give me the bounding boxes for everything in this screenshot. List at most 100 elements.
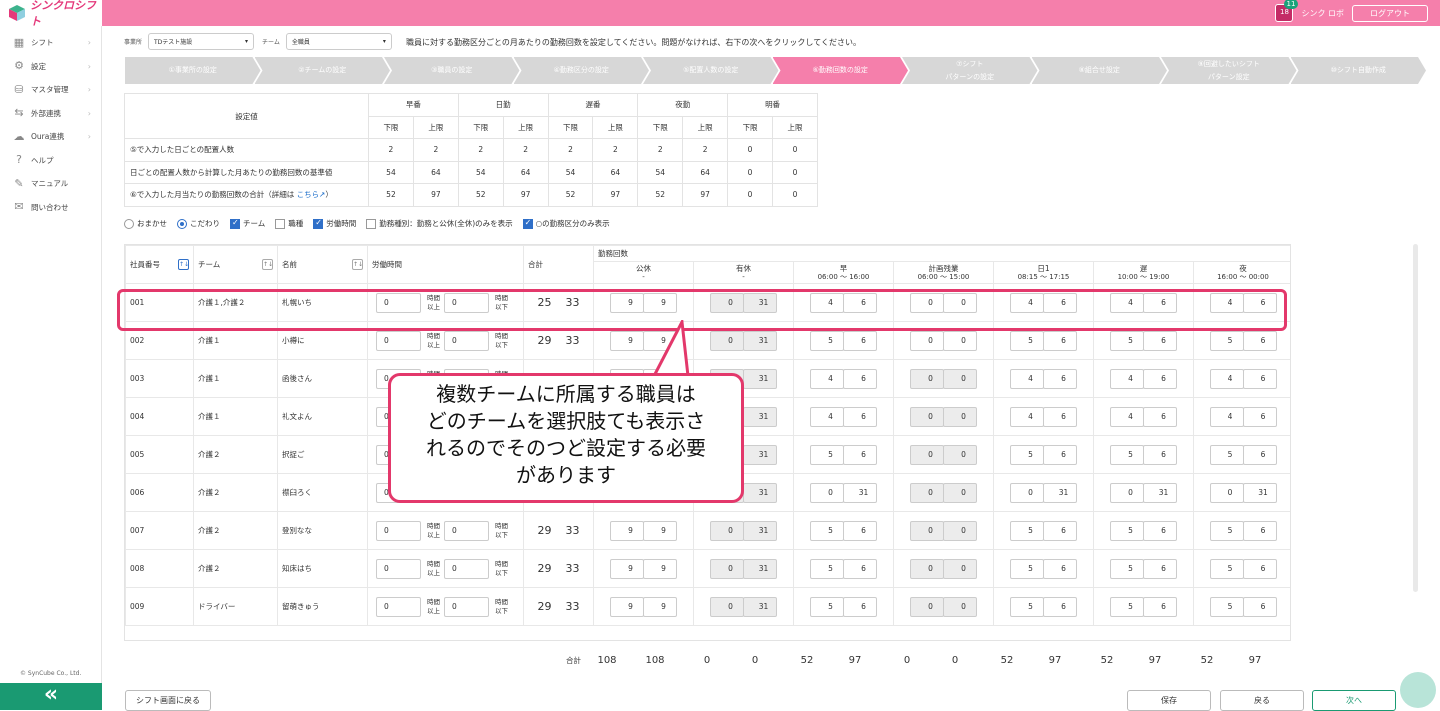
count-max-input[interactable]: 6 xyxy=(1043,292,1077,313)
wizard-step[interactable]: ③職員の設定 xyxy=(384,57,520,84)
count-max-input[interactable]: 6 xyxy=(843,368,877,389)
count-min-input[interactable]: 5 xyxy=(1010,520,1044,541)
count-min-input[interactable]: 0 xyxy=(910,292,944,313)
count-min-input[interactable]: 4 xyxy=(1010,292,1044,313)
count-min-input[interactable]: 5 xyxy=(1110,558,1144,579)
count-max-input[interactable]: 6 xyxy=(1043,520,1077,541)
count-min-input[interactable]: 4 xyxy=(1110,292,1144,313)
count-max-input[interactable]: 6 xyxy=(1242,330,1277,351)
wizard-step[interactable]: ⑥勤務回数の設定 xyxy=(773,57,909,84)
count-max-input[interactable]: 6 xyxy=(843,406,877,427)
sort-icon[interactable]: ↑↓ xyxy=(352,259,363,270)
chat-bot-icon[interactable] xyxy=(1400,672,1436,708)
sidebar-item-oura[interactable]: ☁ Oura連携 › xyxy=(0,125,101,149)
count-min-input[interactable]: 4 xyxy=(1110,406,1144,427)
count-max-input[interactable]: 9 xyxy=(643,292,677,313)
count-max-input[interactable]: 6 xyxy=(1242,292,1277,313)
hours-max-input[interactable]: 0 xyxy=(444,520,489,541)
sidebar-item-shift[interactable]: ▦ シフト › xyxy=(0,31,101,55)
sidebar-item-master[interactable]: ⛁ マスタ管理 › xyxy=(0,78,101,102)
office-select[interactable]: TDテスト施設 ▾ xyxy=(148,33,255,50)
count-min-input[interactable]: 5 xyxy=(810,596,844,617)
count-max-input[interactable]: 6 xyxy=(1242,444,1277,465)
count-max-input[interactable]: 31 xyxy=(843,482,877,503)
hours-max-input[interactable]: 0 xyxy=(444,292,489,313)
radio-button[interactable] xyxy=(177,218,187,229)
count-min-input[interactable]: 4 xyxy=(1110,368,1144,389)
count-max-input[interactable]: 6 xyxy=(1143,406,1177,427)
sidebar-item-manual[interactable]: ✎ マニュアル xyxy=(0,172,101,196)
count-min-input[interactable]: 5 xyxy=(810,558,844,579)
hours-min-input[interactable]: 0 xyxy=(376,596,421,617)
count-max-input[interactable]: 6 xyxy=(1242,406,1277,427)
count-min-input[interactable]: 0 xyxy=(910,330,944,351)
count-max-input[interactable]: 6 xyxy=(843,330,877,351)
hours-max-input[interactable]: 0 xyxy=(444,558,489,579)
sidebar-item-settings[interactable]: ⚙ 設定 › xyxy=(0,55,101,79)
radio-option[interactable]: こだわり xyxy=(177,218,220,229)
count-max-input[interactable]: 6 xyxy=(1043,330,1077,351)
checkbox-option[interactable]: ○の勤務区分のみ表示 xyxy=(522,218,610,229)
count-min-input[interactable]: 4 xyxy=(1209,406,1244,427)
checkbox-option[interactable]: 勤務種別：勤務と公休(全休)のみを表示 xyxy=(366,218,513,229)
wizard-step[interactable]: ②チームの設定 xyxy=(255,57,391,84)
sidebar-item-help[interactable]: ? ヘルプ xyxy=(0,149,101,173)
wizard-step[interactable]: ①事業所の設定 xyxy=(125,57,261,84)
count-max-input[interactable]: 6 xyxy=(843,558,877,579)
count-min-input[interactable]: 4 xyxy=(810,368,844,389)
radio-option[interactable]: おまかせ xyxy=(124,218,167,229)
count-min-input[interactable]: 4 xyxy=(810,406,844,427)
count-min-input[interactable]: 0 xyxy=(1209,482,1244,503)
wizard-step[interactable]: ④勤務区分の設定 xyxy=(514,57,650,84)
count-min-input[interactable]: 4 xyxy=(1209,292,1244,313)
count-max-input[interactable]: 6 xyxy=(1043,558,1077,579)
checkbox-option[interactable]: 職種 xyxy=(275,218,303,229)
count-max-input[interactable]: 0 xyxy=(943,330,977,351)
wizard-step[interactable]: ⑩シフト自動作成 xyxy=(1291,57,1427,84)
logout-button[interactable]: ログアウト xyxy=(1352,4,1428,22)
count-min-input[interactable]: 5 xyxy=(1010,444,1044,465)
sort-icon[interactable]: ↑↓ xyxy=(178,259,189,270)
sort-icon[interactable]: ↑↓ xyxy=(262,259,273,270)
count-min-input[interactable]: 5 xyxy=(1110,596,1144,617)
count-min-input[interactable]: 4 xyxy=(1010,368,1044,389)
next-button[interactable]: 次へ xyxy=(1312,690,1396,711)
hours-min-input[interactable]: 0 xyxy=(376,292,421,313)
wizard-step[interactable]: ⑧組合せ設定 xyxy=(1032,57,1168,84)
count-min-input[interactable]: 0 xyxy=(1010,482,1044,503)
count-max-input[interactable]: 6 xyxy=(1143,292,1177,313)
count-min-input[interactable]: 5 xyxy=(810,330,844,351)
checkbox[interactable] xyxy=(522,218,533,229)
hours-min-input[interactable]: 0 xyxy=(376,520,421,541)
count-max-input[interactable]: 6 xyxy=(1143,330,1177,351)
checkbox[interactable] xyxy=(275,218,286,229)
count-max-input[interactable]: 6 xyxy=(1242,558,1277,579)
count-max-input[interactable]: 6 xyxy=(1143,558,1177,579)
count-min-input[interactable]: 5 xyxy=(1010,330,1044,351)
count-min-input[interactable]: 5 xyxy=(1110,330,1144,351)
back-to-shift-button[interactable]: シフト画面に戻る xyxy=(125,690,211,711)
wizard-step[interactable]: ⑤配置人数の設定 xyxy=(643,57,779,84)
count-max-input[interactable]: 6 xyxy=(1242,596,1277,617)
count-min-input[interactable]: 5 xyxy=(1209,596,1244,617)
count-min-input[interactable]: 5 xyxy=(1209,520,1244,541)
count-max-input[interactable]: 9 xyxy=(643,596,677,617)
hours-min-input[interactable]: 0 xyxy=(376,330,421,351)
count-max-input[interactable]: 0 xyxy=(943,292,977,313)
count-max-input[interactable]: 6 xyxy=(1043,368,1077,389)
count-min-input[interactable]: 4 xyxy=(1010,406,1044,427)
app-logo[interactable]: シンクロシフト xyxy=(0,0,102,28)
count-min-input[interactable]: 9 xyxy=(610,520,644,541)
count-min-input[interactable]: 9 xyxy=(610,292,644,313)
count-max-input[interactable]: 31 xyxy=(1043,482,1077,503)
count-max-input[interactable]: 6 xyxy=(843,596,877,617)
count-min-input[interactable]: 5 xyxy=(1209,444,1244,465)
scrollbar[interactable] xyxy=(1413,244,1418,592)
count-min-input[interactable]: 5 xyxy=(1209,330,1244,351)
count-max-input[interactable]: 6 xyxy=(1143,368,1177,389)
team-select[interactable]: 全職員 ▾ xyxy=(285,33,392,50)
count-min-input[interactable]: 4 xyxy=(1209,368,1244,389)
count-min-input[interactable]: 5 xyxy=(1010,558,1044,579)
radio-button[interactable] xyxy=(124,218,134,229)
count-min-input[interactable]: 5 xyxy=(810,520,844,541)
